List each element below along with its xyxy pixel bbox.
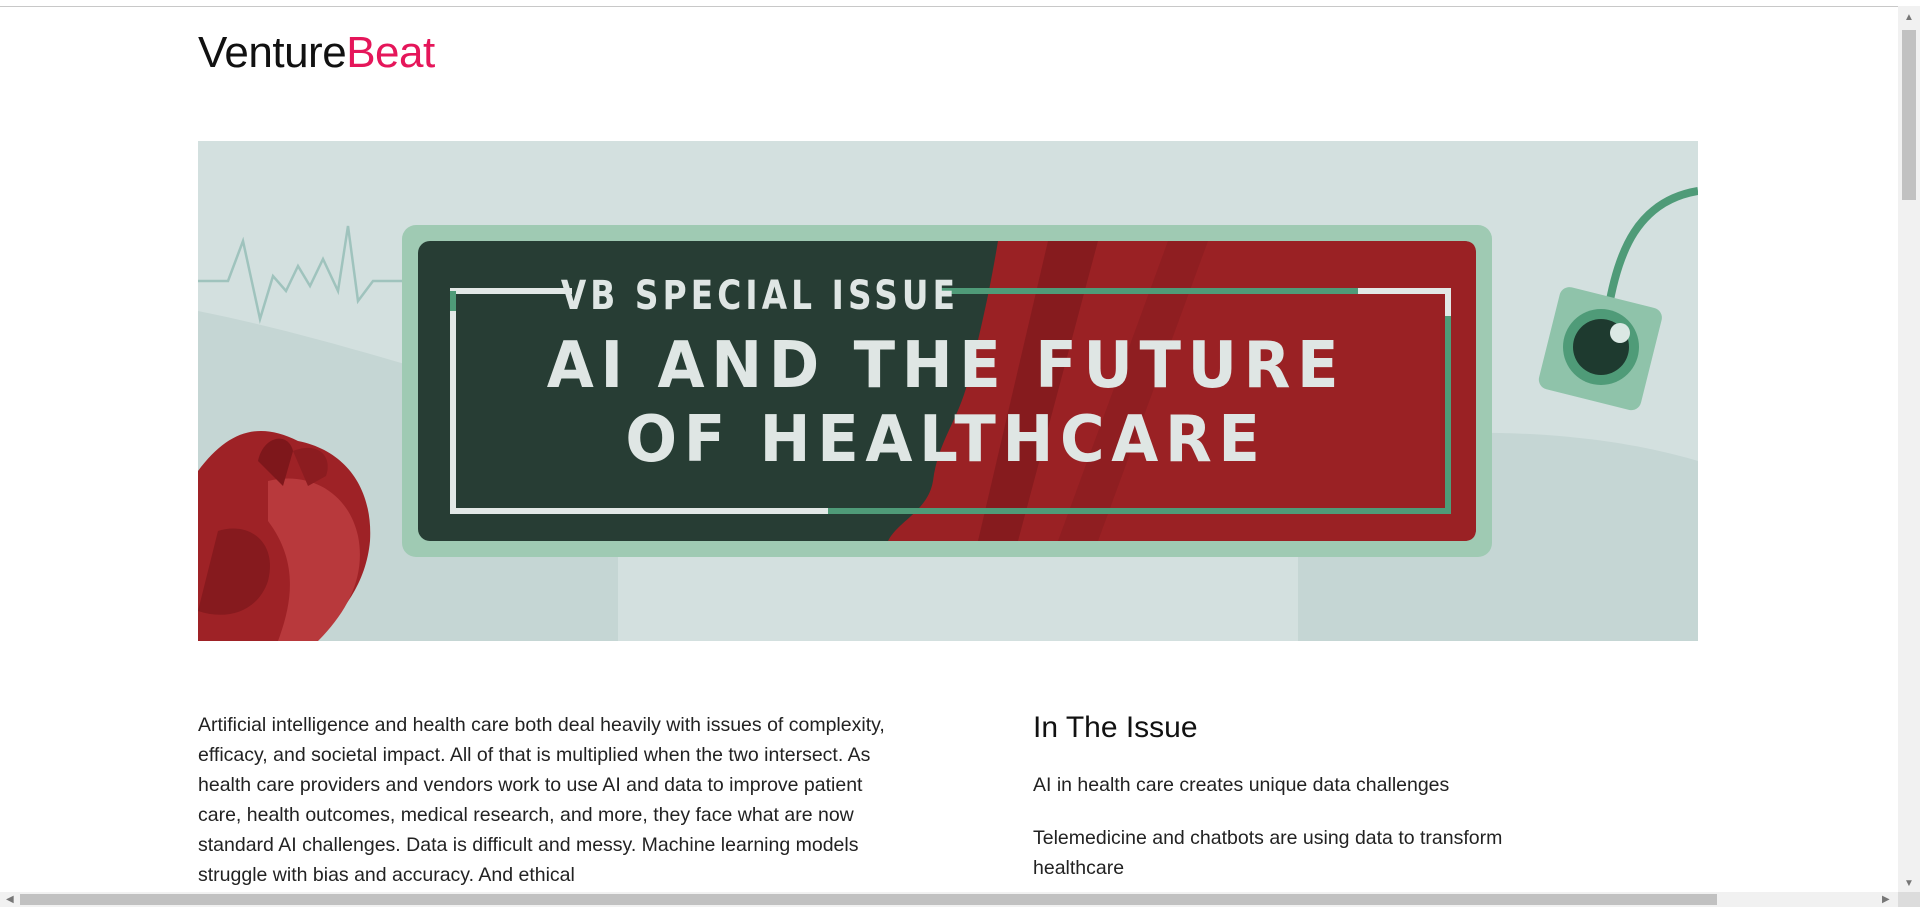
scrollbar-corner — [1898, 892, 1920, 907]
hero-title-line1: AI AND THE FUTURE — [547, 328, 1345, 403]
vertical-scrollbar[interactable]: ▲ ▼ — [1898, 6, 1920, 892]
scroll-left-arrow-icon[interactable]: ◀ — [6, 894, 14, 906]
logo-venture: Venture — [198, 28, 347, 77]
horizontal-scroll-thumb[interactable] — [20, 894, 1717, 905]
venturebeat-logo[interactable]: VentureBeat — [198, 28, 435, 78]
issue-link-data-challenges[interactable]: AI in health care creates unique data ch… — [1033, 770, 1503, 800]
in-the-issue-panel: In The Issue AI in health care creates u… — [1033, 708, 1503, 883]
scroll-up-arrow-icon[interactable]: ▲ — [1904, 12, 1914, 24]
hero-kicker: VB SPECIAL ISSUE — [561, 272, 959, 319]
hero-banner-image: VB SPECIAL ISSUE AI AND THE FUTURE OF HE… — [198, 141, 1698, 641]
vertical-scroll-thumb[interactable] — [1902, 30, 1916, 200]
hero-title-line2: OF HEALTHCARE — [625, 402, 1266, 477]
logo-beat: Beat — [346, 28, 435, 77]
article-intro: Artificial intelligence and health care … — [198, 714, 885, 886]
horizontal-scrollbar[interactable]: ◀ ▶ — [0, 892, 1898, 907]
in-the-issue-heading: In The Issue — [1033, 711, 1198, 744]
scroll-down-arrow-icon[interactable]: ▼ — [1904, 878, 1914, 890]
browser-top-border — [0, 6, 1920, 7]
scroll-right-arrow-icon[interactable]: ▶ — [1882, 894, 1890, 906]
issue-link-telemedicine[interactable]: Telemedicine and chatbots are using data… — [1033, 823, 1503, 883]
